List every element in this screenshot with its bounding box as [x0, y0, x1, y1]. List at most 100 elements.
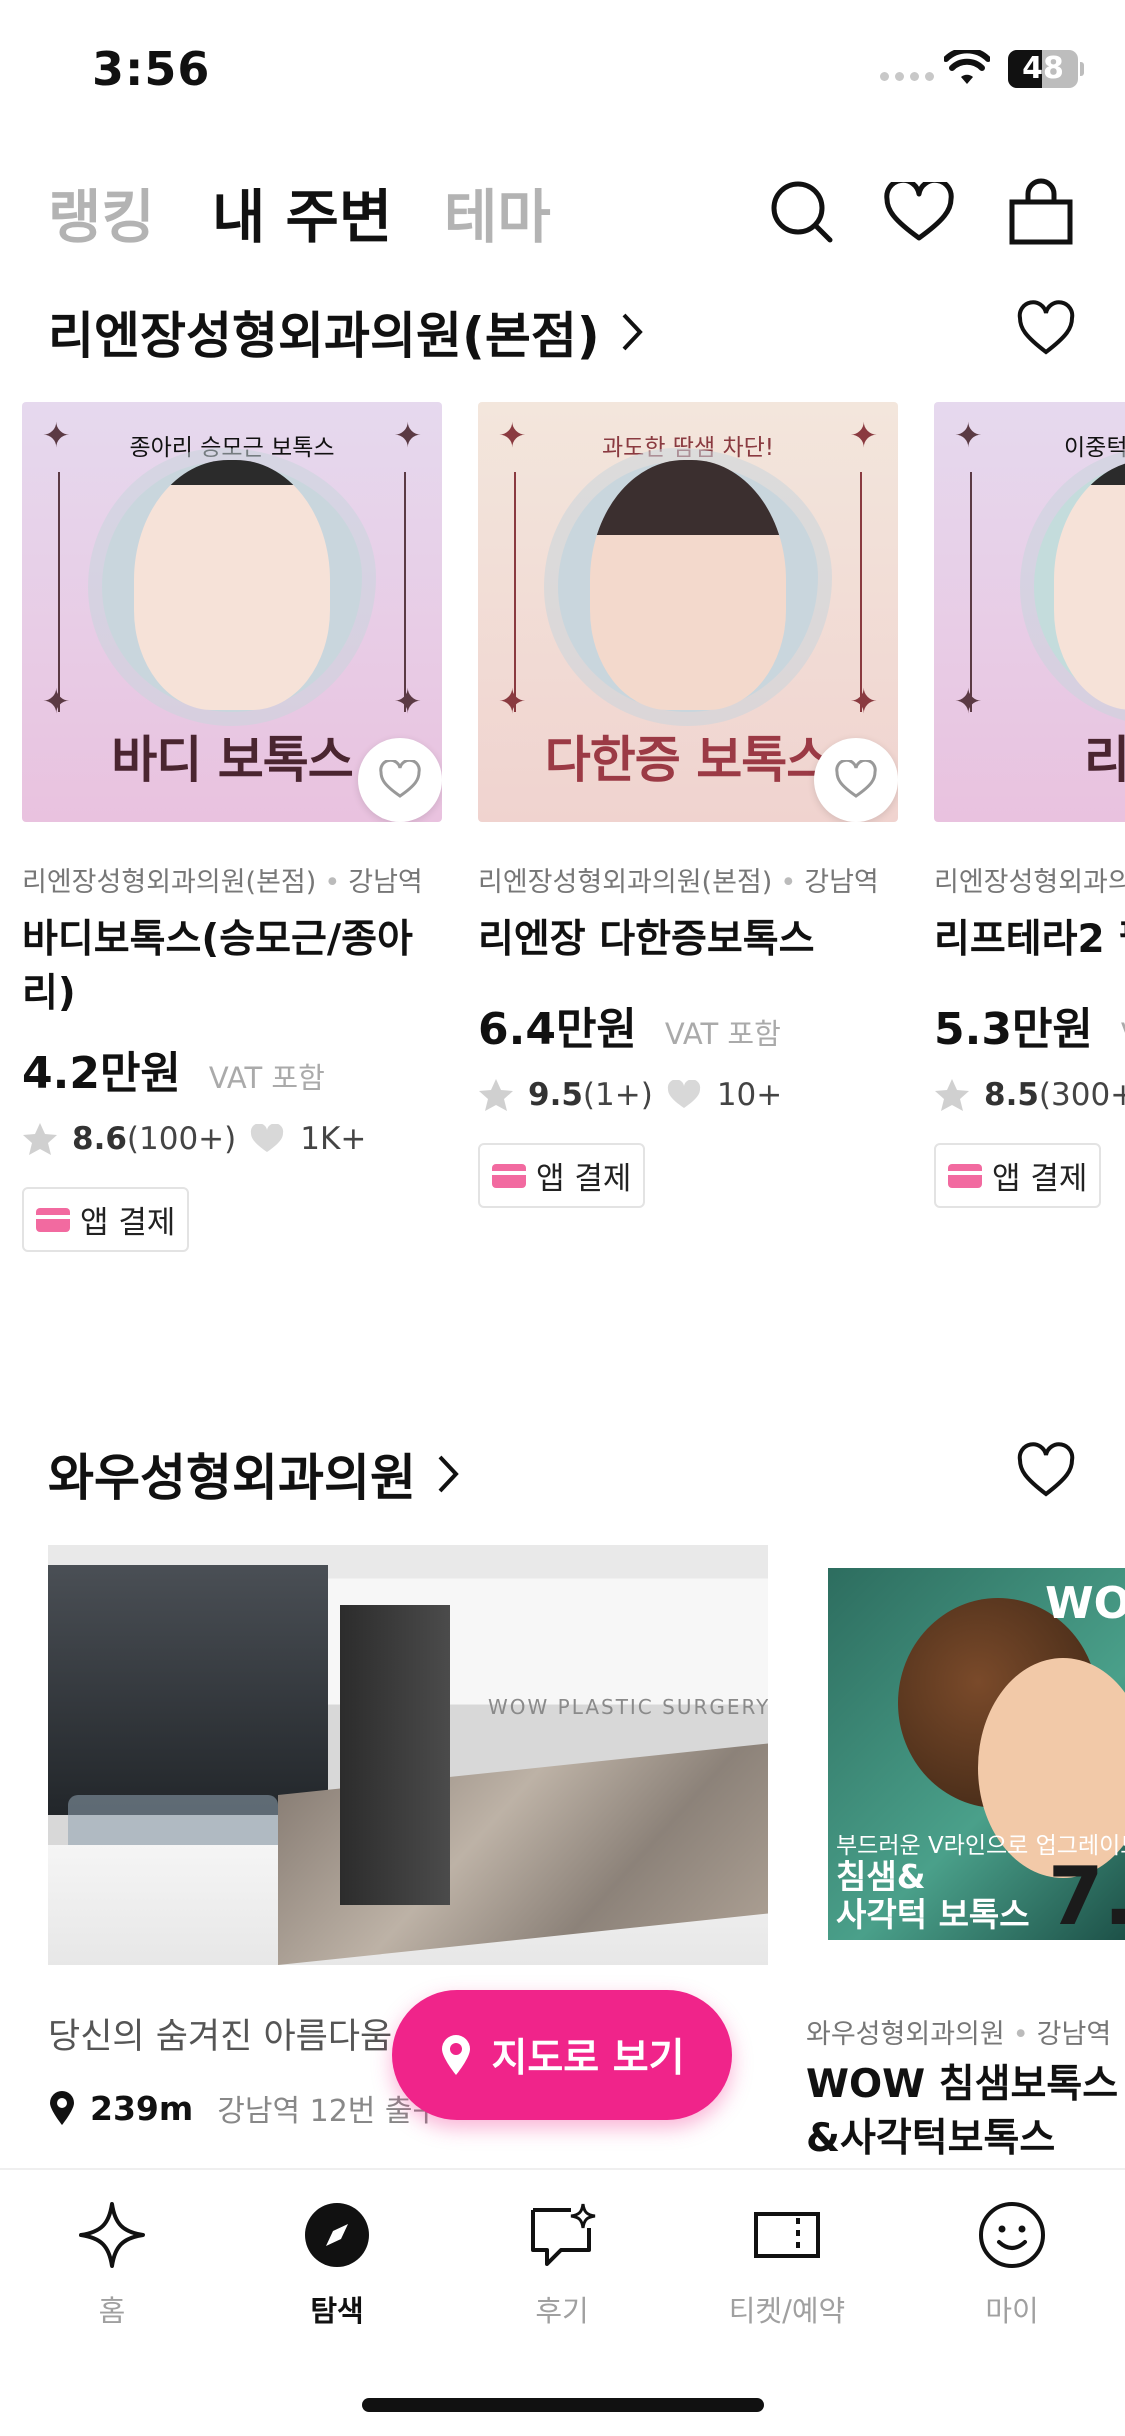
smile-icon: [979, 2202, 1045, 2268]
nav-home[interactable]: 홈: [42, 2200, 182, 2330]
star-icon: [479, 1079, 513, 1111]
clinic-description: 당신의 숨겨진 아름다움: [48, 2017, 393, 2057]
sparkle-icon: [79, 2202, 145, 2268]
rating-row: 8.6 (100+) 1K+: [22, 1121, 442, 1157]
tab-ranking[interactable]: 랭킹: [48, 170, 155, 254]
battery-indicator: 48: [1008, 50, 1078, 88]
battery-tip: [1080, 62, 1084, 76]
product-name: WOW 침샘보톡스&사각턱보톡스: [806, 2062, 1119, 2161]
price: 5.3만원: [934, 1004, 1093, 1055]
price-row: 6.4만원 VAT 포함: [478, 993, 898, 1057]
thumb-caption: 이중턱: [1064, 435, 1125, 461]
clinic-meta: 와우성형외과의원 • 강남역: [806, 2019, 1112, 2050]
thumb-caption: 과도한 땀샘 차단!: [602, 435, 774, 461]
sparkle-icon: ✦: [954, 682, 983, 722]
clinic-meta: 리엔장성형외과의원(본점) • 강남역: [22, 867, 423, 898]
model-photo: [590, 460, 786, 710]
ticket-icon: [754, 2212, 820, 2258]
sparkle-icon: ✦: [393, 682, 423, 722]
app-pay-badge: 앱 결제: [478, 1143, 646, 1208]
app-pay-badge: 앱 결제: [934, 1143, 1102, 1208]
thumb-title: 침샘& 사각턱 보톡스: [836, 1857, 1030, 1934]
sparkle-icon: ✦: [849, 682, 879, 722]
heart-icon: [667, 1080, 700, 1108]
section-title: 리엔장성형외과의원(본점): [48, 307, 600, 365]
app-pay-badge: 앱 결제: [22, 1187, 190, 1252]
thumb-title: 리프: [1084, 731, 1125, 789]
divider: [58, 472, 60, 712]
price: 4.2만원: [22, 1048, 181, 1099]
credit-card-icon: [948, 1163, 982, 1188]
distance-row: 239m 강남역 12번 출구: [48, 2086, 440, 2130]
vat-label: VAT 포함: [664, 1017, 781, 1051]
card-heart-button[interactable]: [358, 738, 442, 822]
tab-theme[interactable]: 테마: [444, 170, 551, 254]
model-photo: [1054, 460, 1125, 710]
thumb-price-number: 7.7: [1048, 1850, 1125, 1940]
heart-icon[interactable]: [1016, 1442, 1076, 1502]
nav-explore[interactable]: 탐색: [267, 2200, 407, 2330]
view-map-button[interactable]: 지도로 보기: [392, 1990, 732, 2120]
shopping-bag-icon[interactable]: [1008, 178, 1074, 246]
sparkle-icon: ✦: [954, 416, 983, 456]
status-time: 3:56: [92, 42, 211, 96]
heart-icon: [251, 1124, 284, 1152]
vat-label: VAT 포함: [208, 1061, 325, 1095]
clinic-meta: 리엔장성형외과의원(본점) • 강남역: [478, 867, 879, 898]
sparkle-icon: ✦: [849, 416, 879, 456]
clinic-meta: 리엔장성형외과의: [934, 867, 1125, 898]
thumb-brand: WO: [1045, 1578, 1125, 1629]
product-thumbnail: 과도한 땀샘 차단! ✦ ✦ ✦ ✦ 다한증 보톡스: [478, 402, 898, 822]
product-card[interactable]: 이중턱 ✦ ✦ 리프 리엔장성형외과의 리프테라2 필 5.3만원 V 8.5(3…: [934, 402, 1125, 1208]
sparkle-icon: ✦: [498, 416, 527, 456]
vat-label: V: [1121, 1017, 1125, 1051]
bottom-navigation: 홈 탐색 후기 티켓/예약 마이: [0, 2168, 1125, 2436]
product-card[interactable]: 종아리 승모근 보톡스 ✦ ✦ ✦ ✦ 바디 보톡스 리엔장성형외과의원(본점)…: [22, 402, 442, 1252]
product-thumbnail[interactable]: WO 부드러운 V라인으로 업그레이드 침샘&사각턱 보톡스 7.7: [828, 1568, 1125, 1940]
sparkle-icon: ✦: [498, 682, 527, 722]
heart-icon: [835, 760, 877, 798]
section-header-wow[interactable]: 와우성형외과의원: [48, 1438, 462, 1510]
clinic-lobby-photo[interactable]: WOW PLASTIC SURGERY: [48, 1545, 768, 1965]
sparkle-icon: ✦: [42, 682, 71, 722]
product-name: 바디보톡스(승모근/종아리): [22, 917, 413, 1016]
divider: [860, 472, 862, 712]
heart-icon[interactable]: [1016, 300, 1076, 360]
price-row: 5.3만원 V: [934, 993, 1125, 1057]
credit-card-icon: [36, 1207, 70, 1232]
star-icon: [935, 1079, 969, 1111]
product-card-clip: 이중턱 ✦ ✦ 리프 리엔장성형외과의 리프테라2 필 5.3만원 V 8.5(3…: [934, 402, 1125, 1302]
star-icon: [23, 1123, 57, 1155]
heart-icon[interactable]: [884, 182, 954, 242]
product-thumbnail: 이중턱 ✦ ✦ 리프: [934, 402, 1125, 822]
product-name: 리프테라2 필: [934, 917, 1125, 962]
chevron-right-icon: [438, 1455, 459, 1493]
divider: [404, 472, 406, 712]
cellular-signal-icon: [880, 72, 934, 81]
card-heart-button[interactable]: [814, 738, 898, 822]
nav-my[interactable]: 마이: [942, 2200, 1082, 2330]
search-icon[interactable]: [770, 180, 834, 244]
section-header-rienjang[interactable]: 리엔장성형외과의원(본점): [48, 296, 646, 368]
credit-card-icon: [492, 1163, 526, 1188]
product-thumbnail: 종아리 승모근 보톡스 ✦ ✦ ✦ ✦ 바디 보톡스: [22, 402, 442, 822]
rating-row: 9.5 (1+) 10+: [478, 1077, 898, 1113]
tab-nearby[interactable]: 내 주변: [212, 170, 392, 254]
model-photo: [134, 460, 330, 710]
product-name: 리엔장 다한증보톡스: [478, 917, 815, 962]
nav-ticket[interactable]: 티켓/예약: [717, 2200, 857, 2330]
location-pin-icon: [50, 2091, 74, 2125]
chevron-right-icon: [622, 313, 643, 351]
heart-icon: [379, 760, 421, 798]
home-indicator[interactable]: [362, 2398, 764, 2412]
sparkle-icon: ✦: [393, 416, 423, 456]
product-card[interactable]: 과도한 땀샘 차단! ✦ ✦ ✦ ✦ 다한증 보톡스 리엔장성형외과의원(본점)…: [478, 402, 898, 1208]
rating-row: 8.5 (300+: [934, 1077, 1125, 1113]
wifi-icon: [944, 50, 990, 84]
section-title: 와우성형외과의원: [48, 1449, 416, 1507]
thumb-caption: 종아리 승모근 보톡스: [129, 435, 335, 461]
compass-icon: [305, 2203, 369, 2267]
divider: [970, 472, 972, 712]
divider: [514, 472, 516, 712]
nav-reviews[interactable]: 후기: [492, 2200, 632, 2330]
